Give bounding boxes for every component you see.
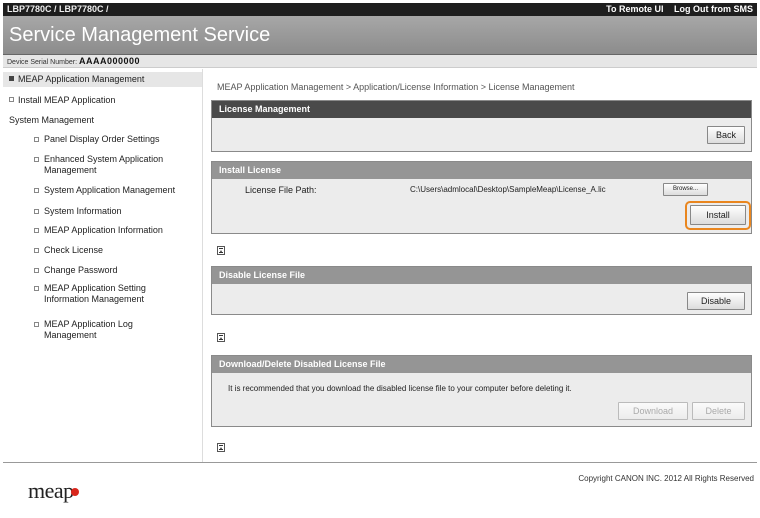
bullet-icon <box>34 248 39 253</box>
sidebar-item-change-password[interactable]: Change Password <box>34 265 118 276</box>
breadcrumb: MEAP Application Management > Applicatio… <box>217 82 575 92</box>
top-links: To Remote UI Log Out from SMS <box>598 3 753 16</box>
panel-title: Download/Delete Disabled License File <box>212 356 751 373</box>
device-serial-bar: Device Serial Number: AAAA000000 <box>3 55 757 68</box>
sidebar-item-label-line2: Management <box>44 330 97 340</box>
browse-button[interactable]: Browse... <box>663 183 708 196</box>
back-button[interactable]: Back <box>707 126 745 144</box>
install-button[interactable]: Install <box>690 205 746 225</box>
sidebar-item-panel-display-order-settings[interactable]: Panel Display Order Settings <box>34 134 160 145</box>
sidebar-item-label: Panel Display Order Settings <box>44 134 160 144</box>
bullet-icon <box>9 76 14 82</box>
sidebar-item-install-meap-application[interactable]: Install MEAP Application <box>9 95 115 106</box>
license-file-path-label: License File Path: <box>245 185 317 195</box>
sidebar-item-label: Enhanced System Application <box>44 154 164 164</box>
sidebar-item-system-information[interactable]: System Information <box>34 206 122 217</box>
panel-title: Disable License File <box>212 267 751 284</box>
bullet-icon <box>34 286 39 291</box>
bullet-icon <box>34 322 39 327</box>
delete-button[interactable]: Delete <box>692 402 745 420</box>
log-out-link[interactable]: Log Out from SMS <box>674 4 753 14</box>
download-button[interactable]: Download <box>618 402 688 420</box>
sidebar-item-label: System Application Management <box>44 185 176 195</box>
sidebar-item-label: MEAP Application Information <box>44 225 163 235</box>
download-delete-message: It is recommended that you download the … <box>228 384 572 393</box>
license-management-panel: License Management <box>211 100 752 152</box>
sidebar-item-meap-application-setting-information-management[interactable]: MEAP Application Setting Information Man… <box>34 283 146 305</box>
collapse-icon[interactable] <box>217 443 225 452</box>
collapse-icon[interactable] <box>217 246 225 255</box>
collapse-icon[interactable] <box>217 333 225 342</box>
serial-value: AAAA000000 <box>78 56 141 66</box>
device-model: LBP7780C / LBP7780C / <box>7 4 109 14</box>
serial-label: Device Serial Number: <box>7 59 78 66</box>
bullet-icon <box>34 268 39 273</box>
sidebar-item-label: Change Password <box>44 265 118 275</box>
sidebar-item-label-line2: Information Management <box>44 294 145 304</box>
logo-text: meap <box>28 478 74 503</box>
panel-title: License Management <box>212 101 751 118</box>
sidebar-item-meap-application-log-management[interactable]: MEAP Application Log Management <box>34 319 133 341</box>
bullet-icon <box>34 188 39 193</box>
copyright-text: Copyright CANON INC. 2012 All Rights Res… <box>578 474 754 483</box>
sidebar-divider <box>202 69 203 462</box>
bullet-icon <box>34 209 39 214</box>
meap-logo: meap <box>28 478 79 504</box>
bullet-icon <box>9 97 14 103</box>
title-bar: Service Management Service <box>3 16 757 55</box>
top-bar: LBP7780C / LBP7780C / To Remote UI Log O… <box>3 3 757 16</box>
sidebar-item-label: System Management <box>9 115 95 125</box>
sidebar-item-meap-application-management[interactable]: MEAP Application Management <box>3 72 202 87</box>
footer-divider <box>3 462 757 463</box>
sidebar-item-enhanced-system-application-management[interactable]: Enhanced System Application Management <box>34 154 164 176</box>
logo-dot-icon <box>70 488 79 496</box>
disable-button[interactable]: Disable <box>687 292 745 310</box>
sidebar: MEAP Application Management Install MEAP… <box>3 69 202 462</box>
license-file-path-value[interactable]: C:\Users\admlocal\Desktop\SampleMeap\Lic… <box>410 185 606 194</box>
disable-license-panel: Disable License File <box>211 266 752 315</box>
panel-title: Install License <box>212 162 751 179</box>
sidebar-item-label-line2: Management <box>44 165 97 175</box>
sidebar-item-label: Check License <box>44 245 104 255</box>
bullet-icon <box>34 157 39 162</box>
page-title: Service Management Service <box>9 24 271 46</box>
sidebar-item-label: MEAP Application Log <box>44 319 133 329</box>
sidebar-item-system-management[interactable]: System Management <box>9 115 94 126</box>
sidebar-item-label: System Information <box>44 206 122 216</box>
sidebar-item-label: MEAP Application Setting <box>44 283 146 293</box>
to-remote-ui-link[interactable]: To Remote UI <box>606 4 663 14</box>
bullet-icon <box>34 137 39 142</box>
install-license-panel: Install License <box>211 161 752 234</box>
sidebar-item-system-application-management[interactable]: System Application Management <box>34 185 176 196</box>
sidebar-item-check-license[interactable]: Check License <box>34 245 104 256</box>
sidebar-item-label: Install MEAP Application <box>18 95 116 105</box>
bullet-icon <box>34 228 39 233</box>
sidebar-item-meap-application-information[interactable]: MEAP Application Information <box>34 225 163 236</box>
sidebar-item-label: MEAP Application Management <box>18 74 145 84</box>
